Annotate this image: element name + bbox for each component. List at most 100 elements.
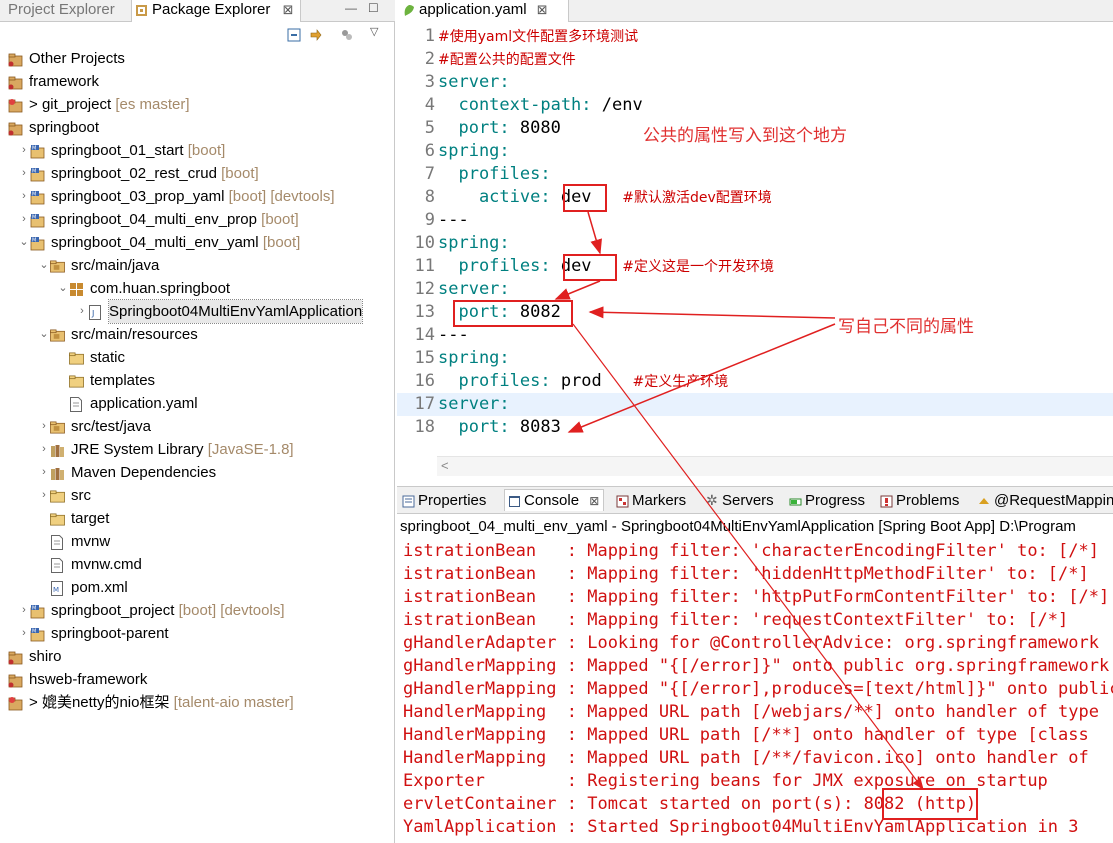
code-line[interactable]: 3 server: — [397, 71, 1113, 94]
scroll-left-icon[interactable]: < — [441, 458, 449, 473]
focus-icon[interactable] — [340, 28, 354, 42]
code-line[interactable]: 16 profiles: prod #定义生产环境 — [397, 370, 1113, 393]
tab-progress-label: Progress — [805, 492, 866, 509]
tab-label-package-explorer: Package Explorer — [152, 1, 271, 18]
horizontal-scrollbar[interactable]: < — [437, 456, 1113, 476]
collapse-all-icon[interactable] — [287, 28, 301, 42]
code-line[interactable]: 2 #配置公共的配置文件 — [397, 48, 1113, 71]
tab-request-mappings[interactable]: @RequestMapping — [975, 490, 1113, 512]
code-line[interactable]: 15 spring: — [397, 347, 1113, 370]
line-number: 17 — [414, 394, 435, 414]
line-number: 15 — [414, 348, 435, 368]
folder-icon — [69, 373, 84, 388]
collapsed-chevron-icon[interactable]: › — [38, 415, 50, 438]
code-line[interactable]: 9 --- — [397, 209, 1113, 232]
close-console-icon[interactable]: ⊠ — [589, 494, 599, 508]
expanded-chevron-icon[interactable]: ⌄ — [57, 277, 69, 300]
line-number: 8 — [424, 187, 435, 207]
collapsed-chevron-icon[interactable]: › — [38, 438, 50, 461]
proj-icon — [8, 672, 23, 688]
code-comment: #配置公共的配置文件 — [438, 52, 576, 68]
line-number: 1 — [424, 26, 435, 46]
collapsed-chevron-icon[interactable]: › — [76, 300, 88, 323]
link-with-editor-icon[interactable] — [309, 28, 323, 42]
tab-request-mappings-label: @RequestMapping — [994, 492, 1113, 509]
highlight-box-profiles-dev — [563, 254, 617, 281]
collapsed-chevron-icon[interactable]: › — [18, 622, 30, 645]
console-log-line: HandlerMapping : Mapped URL path [/**/fa… — [403, 748, 1089, 768]
code-line[interactable]: 17 server: — [397, 393, 1113, 416]
tab-markers[interactable]: Markers — [613, 490, 686, 512]
tree-item-label: com.huan.springboot — [90, 280, 231, 297]
code-line[interactable]: 10 spring: — [397, 232, 1113, 255]
view-menu-icon[interactable]: ▽ — [370, 25, 378, 38]
collapsed-chevron-icon[interactable]: › — [18, 139, 30, 162]
request-mapping-icon — [979, 498, 989, 504]
expanded-chevron-icon[interactable]: ⌄ — [18, 231, 30, 254]
file-icon — [50, 534, 65, 550]
code-key: profiles: — [438, 371, 551, 391]
tree-item-decoration: [JavaSE-1.8] — [207, 441, 294, 458]
tree-item-decoration: [boot] — [262, 234, 301, 251]
code-value: 8083 — [509, 417, 561, 437]
code-key: port: — [438, 118, 510, 138]
close-editor-tab-icon[interactable]: ⊠ — [537, 2, 548, 17]
lib-icon — [50, 465, 65, 480]
line-number: 13 — [414, 302, 435, 322]
collapsed-chevron-icon[interactable]: › — [18, 599, 30, 622]
collapsed-chevron-icon[interactable]: › — [18, 208, 30, 231]
tab-properties-label: Properties — [418, 492, 487, 509]
proj-git-icon — [8, 695, 23, 711]
srcf-icon — [50, 258, 65, 273]
line-number: 7 — [424, 164, 435, 184]
tab-console[interactable]: Console ⊠ — [504, 489, 605, 511]
code-value: /env — [591, 95, 643, 115]
code-line[interactable]: 11 profiles: dev #定义这是一个开发环境 — [397, 255, 1113, 278]
folder-icon — [50, 511, 65, 526]
code-line[interactable]: 18 port: 8083 — [397, 416, 1113, 439]
svg-text:M: M — [32, 606, 36, 612]
maximize-icon[interactable]: ☐ — [368, 1, 379, 15]
tree-item-decoration: [talent-aio master] — [173, 694, 294, 711]
svg-text:J: J — [91, 309, 94, 318]
tree-item-label: springboot_02_rest_crud [boot] — [51, 165, 259, 182]
code-line[interactable]: 14 --- — [397, 324, 1113, 347]
close-tab-icon[interactable]: ⊠ — [283, 2, 294, 17]
expanded-chevron-icon[interactable]: ⌄ — [38, 254, 50, 277]
minimize-icon[interactable]: — — [345, 1, 357, 15]
proj-icon — [8, 51, 23, 67]
line-number: 4 — [424, 95, 435, 115]
tree-item-label: hsweb-framework — [29, 671, 148, 688]
code-key: server: — [438, 72, 510, 92]
line-number: 6 — [424, 141, 435, 161]
console-log-line: Exporter : Registering beans for JMX exp… — [403, 771, 1048, 791]
console-log-line: istrationBean : Mapping filter: 'charact… — [403, 541, 1099, 561]
code-line[interactable]: 12 server: — [397, 278, 1113, 301]
code-value: prod — [550, 371, 602, 391]
code-line[interactable]: 8 active: dev #默认激活dev配置环境 — [397, 186, 1113, 209]
tab-application-yaml[interactable]: application.yaml ⊠ — [397, 0, 569, 22]
tab-servers[interactable]: ✲ Servers — [703, 490, 774, 512]
tab-package-explorer[interactable]: Package Explorer ⊠ — [131, 0, 301, 22]
collapsed-chevron-icon[interactable]: › — [38, 461, 50, 484]
collapsed-chevron-icon[interactable]: › — [18, 185, 30, 208]
tab-problems[interactable]: Problems — [877, 490, 959, 512]
tab-properties[interactable]: Properties — [399, 490, 486, 512]
tab-progress[interactable]: Progress — [786, 490, 865, 512]
code-comment: #使用yaml文件配置多环境测试 — [438, 29, 639, 45]
expanded-chevron-icon[interactable]: ⌄ — [38, 323, 50, 346]
line-number: 2 — [424, 49, 435, 69]
code-line[interactable]: 4 context-path: /env — [397, 94, 1113, 117]
line-number: 3 — [424, 72, 435, 92]
line-number: 11 — [414, 256, 435, 276]
svg-text:M: M — [32, 169, 36, 175]
tree-item-label: framework — [29, 73, 100, 90]
tree-item-label: src/main/java — [71, 257, 160, 274]
mvn-icon: M — [30, 235, 45, 251]
code-line[interactable]: 1 #使用yaml文件配置多环境测试 — [397, 25, 1113, 48]
code-line[interactable]: 7 profiles: — [397, 163, 1113, 186]
svg-text:M: M — [32, 192, 36, 198]
tab-project-explorer[interactable]: Project Explorer — [0, 0, 115, 22]
collapsed-chevron-icon[interactable]: › — [38, 484, 50, 507]
collapsed-chevron-icon[interactable]: › — [18, 162, 30, 185]
